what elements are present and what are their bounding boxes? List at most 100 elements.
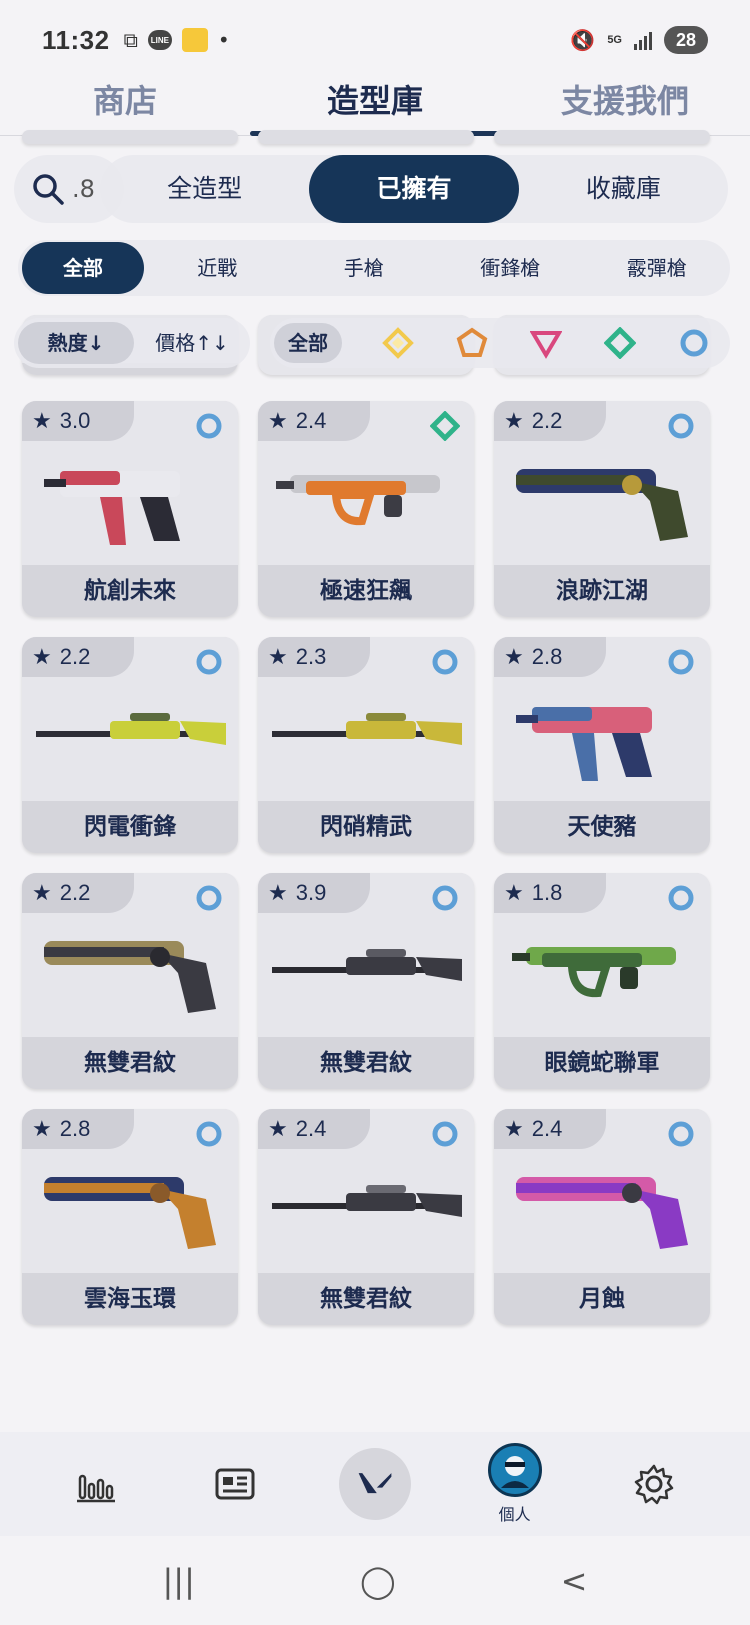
pink-triangle-icon[interactable] bbox=[530, 327, 562, 359]
signal-icon bbox=[634, 30, 652, 50]
skin-rating-value: 2.4 bbox=[295, 1116, 327, 1141]
blue-circle-icon bbox=[432, 649, 458, 675]
weapon-image bbox=[36, 713, 226, 745]
blue-circle-icon[interactable] bbox=[678, 327, 710, 359]
avatar-face bbox=[500, 1456, 529, 1488]
blue-circle-icon bbox=[196, 649, 222, 675]
nav-home[interactable] bbox=[320, 1434, 430, 1534]
nav-settings[interactable] bbox=[599, 1434, 709, 1534]
skin-rating-value: 2.8 bbox=[531, 644, 563, 669]
segment-all-skins[interactable]: 全造型 bbox=[100, 155, 309, 223]
tab-shop[interactable]: 商店 bbox=[0, 72, 250, 135]
skin-card[interactable]: ★ 2.2 無雙君紋 bbox=[22, 873, 238, 1089]
mute-icon: 🔇 bbox=[570, 28, 596, 52]
blue-circle-icon bbox=[432, 885, 458, 911]
green-diamond-icon[interactable] bbox=[604, 327, 636, 359]
segment-owned[interactable]: 已擁有 bbox=[309, 155, 519, 223]
star-icon: ★ bbox=[268, 880, 288, 905]
tab-collection[interactable]: 造型庫 bbox=[250, 72, 500, 136]
skin-rating: ★ 2.4 bbox=[494, 1109, 606, 1149]
ownership-segmented-control: 全造型 已擁有 收藏庫 bbox=[100, 155, 728, 223]
battery-indicator: 28 bbox=[664, 26, 708, 54]
weapon-image bbox=[516, 1177, 688, 1249]
nav-news[interactable] bbox=[180, 1434, 290, 1534]
skin-card[interactable]: ★ 2.4 月蝕 bbox=[494, 1109, 710, 1325]
skin-card[interactable]: ★ 2.8 雲海玉環 bbox=[22, 1109, 238, 1325]
skin-name: 浪跡江湖 bbox=[494, 565, 710, 617]
skin-card[interactable]: ★ 2.4 極速狂飆 bbox=[258, 401, 474, 617]
gear-icon bbox=[634, 1464, 674, 1505]
skin-card[interactable]: ★ 3.0 航創未來 bbox=[22, 401, 238, 617]
sort-price[interactable]: 價格↑↓ bbox=[134, 322, 250, 364]
skin-card[interactable]: ★ 3.9 無雙君紋 bbox=[258, 873, 474, 1089]
star-icon: ★ bbox=[32, 1116, 52, 1141]
skin-rating-value: 2.4 bbox=[295, 408, 327, 433]
category-melee[interactable]: 近戰 bbox=[144, 242, 291, 294]
clock: 11:32 bbox=[42, 24, 110, 55]
weapon-image bbox=[272, 949, 462, 981]
skin-rating-value: 2.2 bbox=[59, 644, 91, 669]
weapon-image bbox=[44, 1177, 216, 1249]
shopping-bag-icon bbox=[181, 28, 208, 52]
star-icon: ★ bbox=[268, 1116, 288, 1141]
back-icon[interactable]: < bbox=[561, 1562, 588, 1600]
skin-rating-value: 2.4 bbox=[531, 1116, 563, 1141]
category-all[interactable]: 全部 bbox=[22, 242, 144, 294]
skin-name: 閃電衝鋒 bbox=[22, 801, 238, 853]
skin-card[interactable]: ★ 2.2 閃電衝鋒 bbox=[22, 637, 238, 853]
nav-profile[interactable]: 個人 bbox=[460, 1434, 570, 1534]
tier-all[interactable]: 全部 bbox=[274, 323, 342, 363]
status-bar: 11:32 ⧉ LINE • 🔇 5G 28 bbox=[0, 0, 750, 80]
nav-profile-label: 個人 bbox=[498, 1505, 531, 1524]
blue-circle-icon bbox=[196, 885, 222, 911]
star-icon: ★ bbox=[504, 1116, 524, 1141]
star-icon: ★ bbox=[268, 644, 288, 669]
skin-card[interactable]: ★ 1.8 眼鏡蛇聯軍 bbox=[494, 873, 710, 1089]
skin-name: 閃硝精武 bbox=[258, 801, 474, 853]
category-shotgun[interactable]: 霰彈槍 bbox=[584, 242, 731, 294]
nav-stats[interactable] bbox=[41, 1434, 151, 1534]
blue-circle-icon bbox=[668, 885, 694, 911]
weapon-image bbox=[516, 469, 688, 541]
news-icon bbox=[215, 1468, 255, 1500]
star-icon: ★ bbox=[504, 408, 524, 433]
category-smg[interactable]: 衝鋒槍 bbox=[437, 242, 584, 294]
top-tabs: 商店 造型庫 支援我們 bbox=[0, 72, 750, 136]
skin-rating-value: 1.8 bbox=[531, 880, 563, 905]
star-icon: ★ bbox=[32, 644, 52, 669]
tab-support[interactable]: 支援我們 bbox=[500, 72, 750, 135]
star-icon: ★ bbox=[32, 408, 52, 433]
skin-card[interactable]: ★ 2.2 浪跡江湖 bbox=[494, 401, 710, 617]
category-pistol[interactable]: 手槍 bbox=[291, 242, 438, 294]
orange-pentagon-icon[interactable] bbox=[456, 327, 488, 359]
weapon-category-filter: 全部 近戰 手槍 衝鋒槍 霰彈槍 bbox=[18, 240, 730, 296]
search-icon bbox=[33, 174, 64, 205]
blue-circle-icon bbox=[668, 649, 694, 675]
home-icon[interactable]: ◯ bbox=[360, 1562, 396, 1600]
yellow-diamond-icon[interactable] bbox=[382, 327, 414, 359]
tier-filter: 全部 bbox=[270, 318, 730, 368]
skin-rating: ★ 1.8 bbox=[494, 873, 606, 913]
sort-control: 熱度↓ 價格↑↓ bbox=[14, 318, 250, 368]
skin-name: 月蝕 bbox=[494, 1273, 710, 1325]
sort-popularity[interactable]: 熱度↓ bbox=[18, 322, 134, 364]
stats-chart-icon bbox=[76, 1474, 115, 1503]
system-navigation-bar: ||| ◯ < bbox=[0, 1536, 750, 1625]
skin-rating: ★ 2.8 bbox=[22, 1109, 134, 1149]
skin-card-partial bbox=[22, 130, 238, 144]
skin-card[interactable]: ★ 2.3 閃硝精武 bbox=[258, 637, 474, 853]
skin-rating-value: 2.2 bbox=[531, 408, 563, 433]
recent-apps-icon[interactable]: ||| bbox=[163, 1562, 195, 1600]
star-icon: ★ bbox=[32, 880, 52, 905]
weapon-image bbox=[272, 713, 462, 745]
screenshot-icon: ⧉ bbox=[123, 28, 138, 52]
skin-rating: ★ 3.9 bbox=[258, 873, 370, 913]
skin-name: 天使豬 bbox=[494, 801, 710, 853]
segment-collection[interactable]: 收藏庫 bbox=[519, 155, 728, 223]
skin-rating: ★ 2.3 bbox=[258, 637, 370, 677]
skin-rating-value: 2.8 bbox=[59, 1116, 91, 1141]
skin-card[interactable]: ★ 2.4 無雙君紋 bbox=[258, 1109, 474, 1325]
weapon-image bbox=[276, 475, 440, 526]
skin-rating-value: 3.9 bbox=[295, 880, 327, 905]
skin-card[interactable]: ★ 2.8 天使豬 bbox=[494, 637, 710, 853]
